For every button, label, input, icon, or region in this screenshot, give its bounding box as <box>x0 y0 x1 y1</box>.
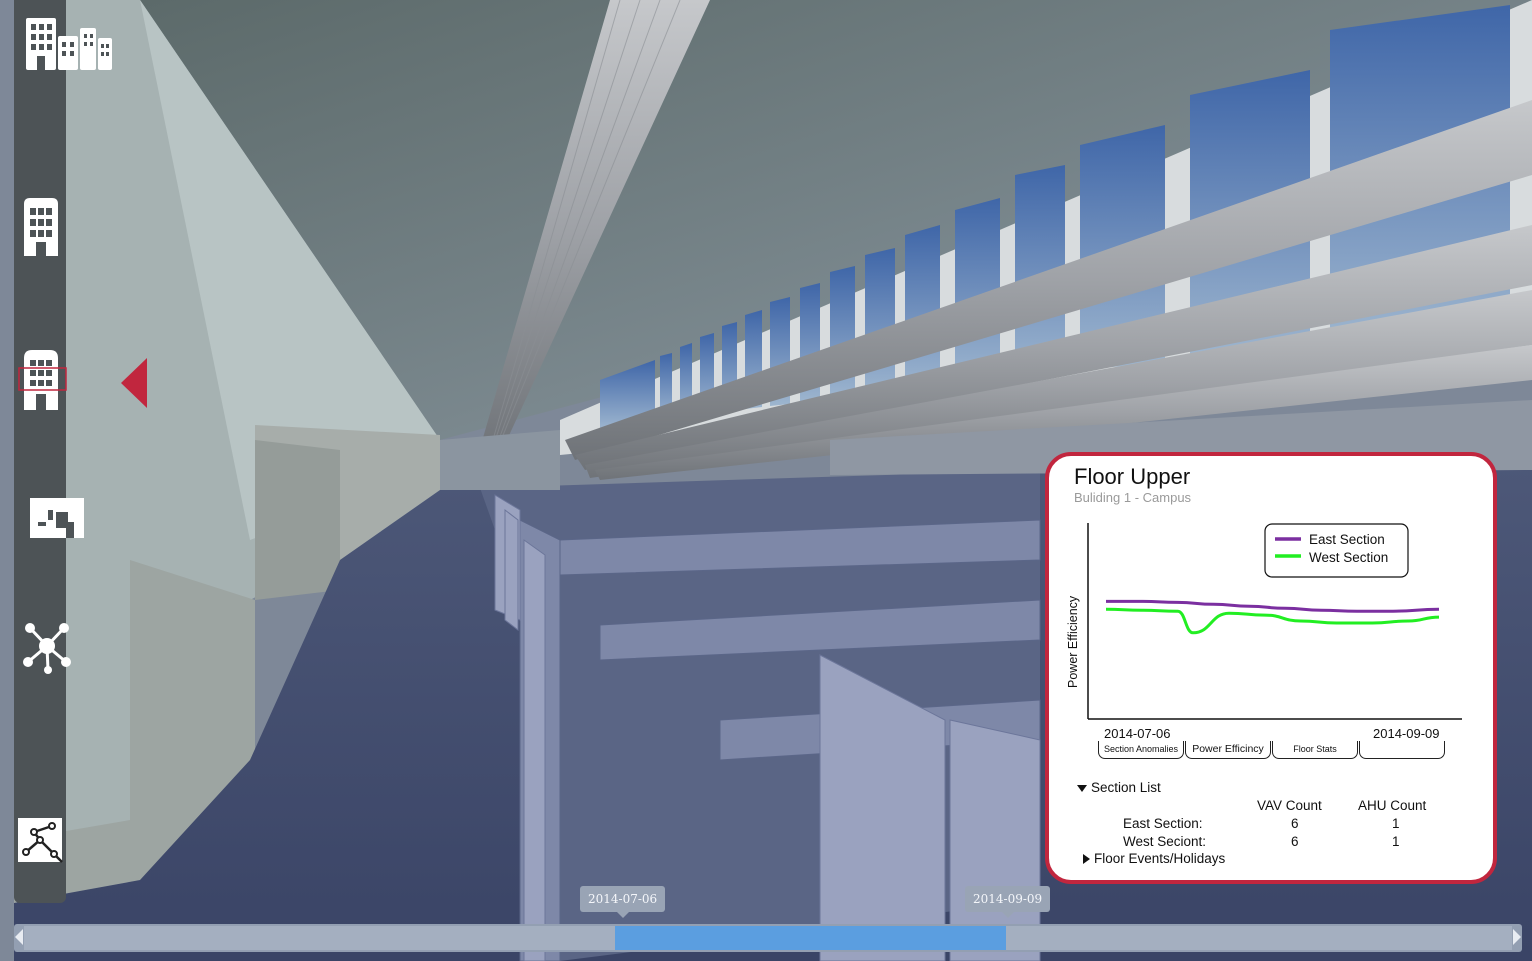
tab-section-anomalies[interactable]: Section Anomalies <box>1098 741 1184 759</box>
timeline-end-label[interactable]: 2014-09-09 <box>965 886 1051 918</box>
timeline-scroll-right-icon[interactable] <box>1513 929 1521 945</box>
nav-floor-plan-button[interactable] <box>28 496 88 556</box>
floor-plan-icon <box>30 498 84 538</box>
tab-empty[interactable] <box>1359 741 1445 759</box>
legend-label-west: West Section <box>1309 550 1388 565</box>
timeline-selected-range[interactable] <box>615 926 1006 950</box>
section-list-label: Section List <box>1091 780 1161 795</box>
timeline-slider[interactable] <box>14 924 1522 952</box>
sidebar <box>14 0 66 903</box>
expand-right-icon <box>1083 854 1090 865</box>
panel-title: Floor Upper <box>1074 464 1191 489</box>
row-ahu-count: 1 <box>1392 834 1400 849</box>
y-axis-label: Power Efficiency <box>1066 595 1080 688</box>
timeline-scroll-left-icon[interactable] <box>15 929 23 945</box>
chart-legend: East Section West Section <box>1264 523 1409 578</box>
network-icon <box>23 623 71 674</box>
nav-network-button[interactable] <box>20 620 80 680</box>
building-icon <box>24 198 58 256</box>
power-efficiency-chart: Power Efficiency 2014-07-06 2014-09-09 E… <box>1066 523 1462 741</box>
row-name: West Seciont: <box>1123 834 1207 849</box>
row-vav-count: 6 <box>1291 834 1299 849</box>
nav-building-button[interactable] <box>18 196 78 256</box>
column-header-vav: VAV Count <box>1257 798 1322 813</box>
timeline-start-label[interactable]: 2014-07-06 <box>580 886 666 918</box>
legend-label-east: East Section <box>1309 532 1385 547</box>
floor-events-label: Floor Events/Holidays <box>1094 851 1226 866</box>
active-indicator-arrow <box>121 358 147 408</box>
row-name: East Section: <box>1123 816 1203 831</box>
row-vav-count: 6 <box>1291 816 1299 831</box>
tab-floor-stats[interactable]: Floor Stats <box>1272 741 1358 759</box>
panel-subtitle: Buliding 1 - Campus <box>1074 490 1192 505</box>
tab-power-efficiency[interactable]: Power Efficincy <box>1185 741 1271 759</box>
series-line-west-section <box>1105 607 1440 635</box>
x-tick-end: 2014-09-09 <box>1373 726 1440 741</box>
buildings-icon <box>26 18 112 70</box>
section-list-toggle[interactable]: Section List <box>1077 780 1161 795</box>
path-icon <box>18 818 63 863</box>
row-ahu-count: 1 <box>1392 816 1400 831</box>
building-floor-icon <box>18 350 67 410</box>
nav-path-button[interactable] <box>18 818 78 878</box>
series-layer <box>1105 599 1440 635</box>
nav-floor-button[interactable] <box>18 348 78 410</box>
floor-info-panel: Floor Upper Buliding 1 - Campus Power Ef… <box>1045 452 1497 884</box>
column-header-ahu: AHU Count <box>1358 798 1427 813</box>
x-tick-start: 2014-07-06 <box>1104 726 1171 741</box>
floor-events-toggle[interactable]: Floor Events/Holidays <box>1075 851 1225 866</box>
nav-campus-buildings-button[interactable] <box>18 14 114 74</box>
expand-down-icon <box>1077 784 1087 792</box>
